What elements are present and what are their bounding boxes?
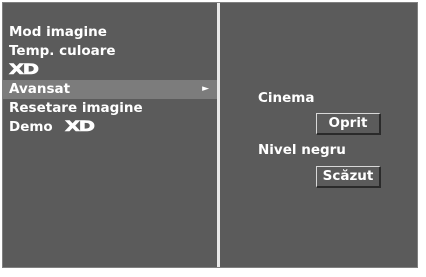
advanced-submenu-panel: Cinema Oprit Nivel negru Scăzut bbox=[220, 3, 417, 267]
menu-item-advanced[interactable]: Avansat ► bbox=[3, 80, 217, 99]
black-level-value-button[interactable]: Scăzut bbox=[316, 166, 381, 188]
black-level-label: Nivel negru bbox=[258, 142, 346, 158]
menu-item-picture-reset[interactable]: Resetare imagine bbox=[3, 99, 217, 118]
menu-item-label: Resetare imagine bbox=[9, 100, 143, 116]
menu-item-xd[interactable]: XD bbox=[3, 61, 217, 80]
submenu-arrow-icon: ► bbox=[202, 84, 209, 94]
cinema-label: Cinema bbox=[258, 90, 315, 106]
osd-menu-window: Mod imagine Temp. culoare XD Avansat ► R… bbox=[2, 2, 418, 268]
menu-item-label: Avansat bbox=[9, 81, 71, 97]
menu-item-color-temperature[interactable]: Temp. culoare bbox=[3, 42, 217, 61]
menu-item-label: Demo bbox=[9, 119, 53, 135]
cinema-value-button[interactable]: Oprit bbox=[316, 113, 381, 135]
menu-item-demo-xd[interactable]: Demo XD bbox=[3, 118, 217, 137]
main-menu-panel: Mod imagine Temp. culoare XD Avansat ► R… bbox=[3, 3, 217, 267]
xd-logo-icon: XD bbox=[9, 62, 40, 79]
main-menu-list: Mod imagine Temp. culoare XD Avansat ► R… bbox=[3, 23, 217, 137]
menu-item-label: Temp. culoare bbox=[9, 43, 116, 59]
menu-item-picture-mode[interactable]: Mod imagine bbox=[3, 23, 217, 42]
xd-logo-icon: XD bbox=[65, 119, 96, 136]
menu-item-label: Mod imagine bbox=[9, 24, 107, 40]
